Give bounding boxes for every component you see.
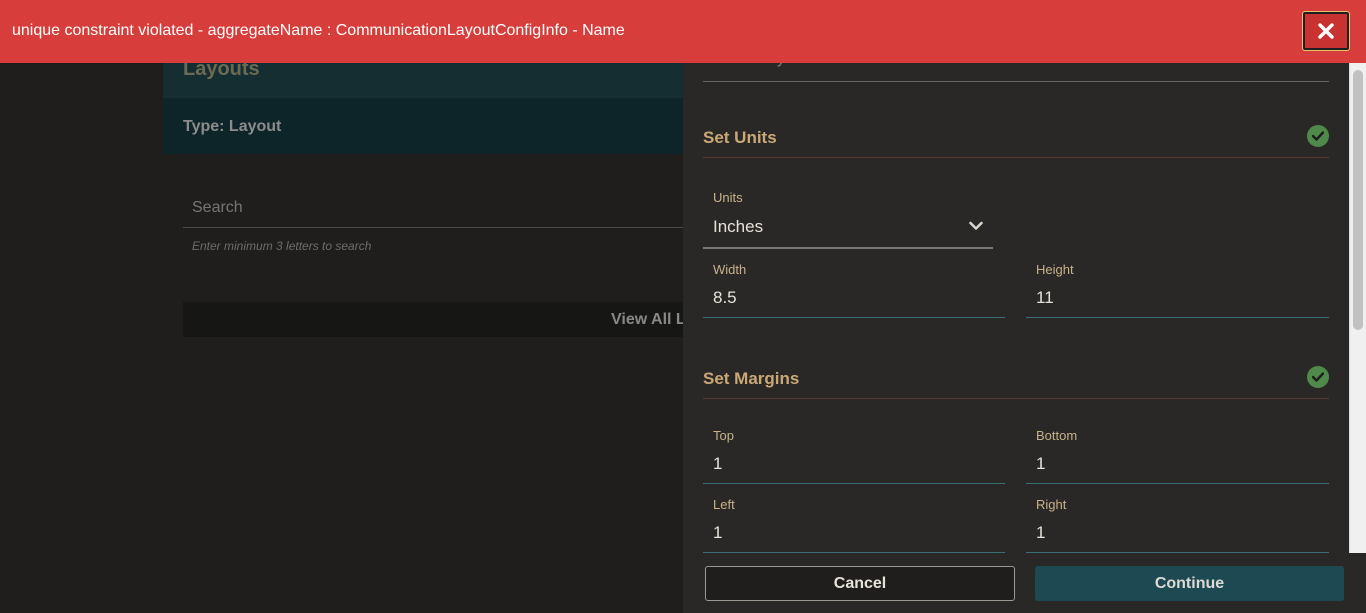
type-bar: Type: Layout xyxy=(163,98,683,154)
top-margin-field xyxy=(703,444,1005,484)
search-input[interactable] xyxy=(183,188,683,227)
panel-footer: Cancel Continue xyxy=(683,553,1366,613)
units-value: Inches xyxy=(713,217,764,236)
error-message: unique constraint violated - aggregateNa… xyxy=(12,22,625,39)
panel-scrollbar[interactable] xyxy=(1349,0,1366,553)
check-circle-icon xyxy=(1307,366,1329,388)
check-circle-icon xyxy=(1307,125,1329,147)
search-hint: Enter minimum 3 letters to search xyxy=(192,239,372,253)
height-label: Height xyxy=(1036,262,1074,277)
bottom-margin-input[interactable] xyxy=(1026,444,1329,483)
units-select[interactable]: Inches xyxy=(703,206,993,249)
set-units-title: Set Units xyxy=(703,128,777,147)
bottom-margin-field xyxy=(1026,444,1329,484)
width-field xyxy=(703,278,1005,318)
left-margin-label: Left xyxy=(713,497,735,512)
search-field xyxy=(183,188,683,228)
panel-scroll-area[interactable]: Select Style Classes › Set Units Units I… xyxy=(683,0,1349,553)
width-label: Width xyxy=(713,262,747,277)
scrollbar-thumb[interactable] xyxy=(1353,70,1363,330)
continue-button[interactable]: Continue xyxy=(1035,566,1344,601)
width-input[interactable] xyxy=(703,278,1005,317)
type-label: Type: Layout xyxy=(183,118,282,135)
chevron-down-icon xyxy=(969,221,983,230)
height-input[interactable] xyxy=(1026,278,1329,317)
error-banner: unique constraint violated - aggregateNa… xyxy=(0,0,1366,63)
view-all-label: View All L xyxy=(611,311,683,328)
set-margins-section-header: Set Margins xyxy=(703,359,1329,399)
cancel-button[interactable]: Cancel xyxy=(705,566,1015,601)
close-banner-button[interactable] xyxy=(1302,11,1350,51)
top-margin-label: Top xyxy=(713,428,734,443)
close-icon xyxy=(1318,23,1334,39)
right-margin-label: Right xyxy=(1036,497,1067,512)
right-margin-field xyxy=(1026,513,1329,553)
set-margins-title: Set Margins xyxy=(703,369,800,388)
right-margin-input[interactable] xyxy=(1026,513,1329,552)
set-units-section-header: Set Units xyxy=(703,118,1329,158)
height-field xyxy=(1026,278,1329,318)
left-margin-field xyxy=(703,513,1005,553)
units-label: Units xyxy=(713,190,743,205)
top-margin-input[interactable] xyxy=(703,444,1005,483)
view-all-button[interactable]: View All L xyxy=(183,302,683,337)
left-margin-input[interactable] xyxy=(703,513,1005,552)
layout-settings-panel: Select Style Classes › Set Units Units I… xyxy=(683,0,1366,613)
bottom-margin-label: Bottom xyxy=(1036,428,1078,443)
